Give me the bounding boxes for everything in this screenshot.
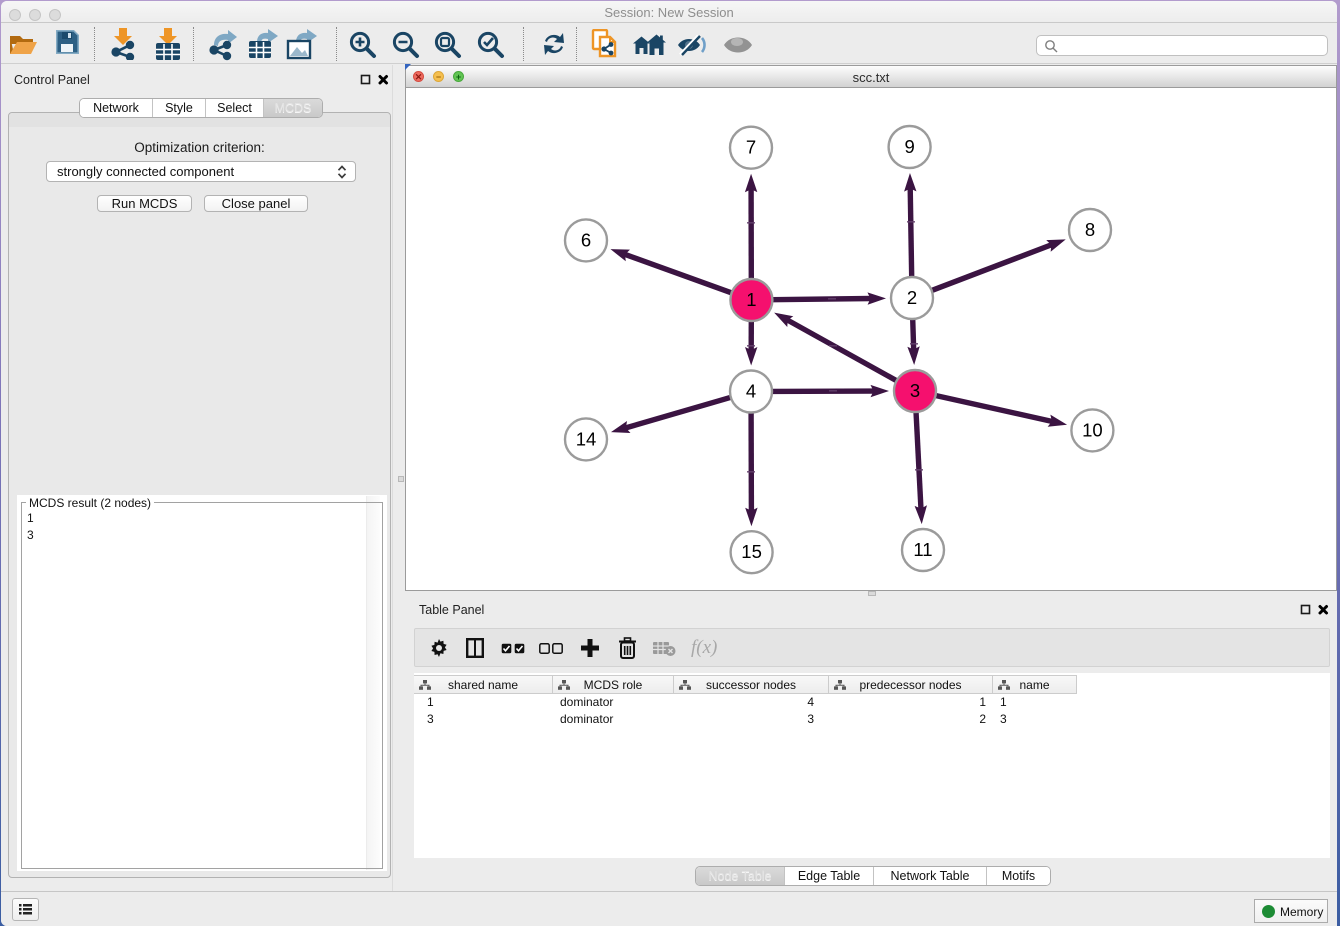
- svg-text:8: 8: [1085, 219, 1095, 240]
- svg-text:9: 9: [904, 136, 914, 157]
- svg-text:1: 1: [746, 289, 756, 310]
- svg-text:11: 11: [913, 539, 932, 560]
- svg-text:2: 2: [907, 287, 917, 308]
- svg-text:14: 14: [576, 428, 597, 449]
- svg-text:15: 15: [741, 541, 762, 562]
- svg-text:10: 10: [1082, 419, 1103, 440]
- svg-text:7: 7: [746, 137, 756, 158]
- svg-text:4: 4: [746, 381, 756, 402]
- svg-text:3: 3: [910, 380, 920, 401]
- svg-text:6: 6: [581, 229, 591, 250]
